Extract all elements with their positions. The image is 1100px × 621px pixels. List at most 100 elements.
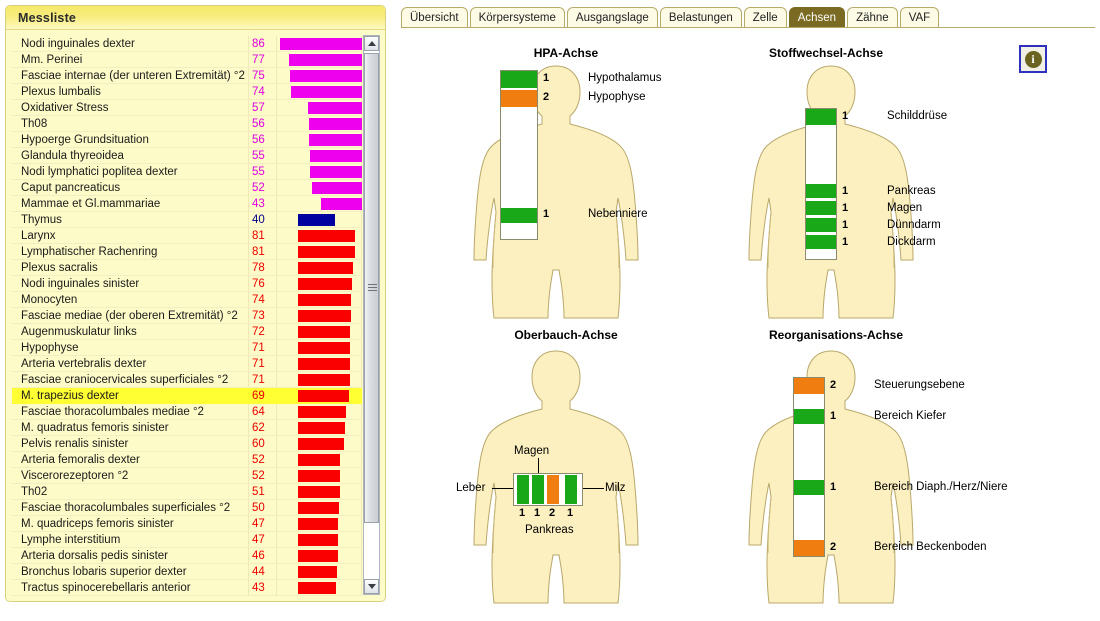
segment-value: 1 <box>543 72 549 84</box>
table-row[interactable]: Oxidativer Stress57 <box>12 100 362 116</box>
row-bar-track <box>280 468 362 484</box>
row-value: 71 <box>252 356 274 372</box>
row-bar <box>298 230 355 242</box>
table-row[interactable]: Fasciae internae (der unteren Extremität… <box>12 68 362 84</box>
table-row[interactable]: Mm. Perinei77 <box>12 52 362 68</box>
scroll-up-button[interactable] <box>364 36 379 51</box>
tab-achsen[interactable]: Achsen <box>789 7 845 28</box>
table-row[interactable]: Thymus40 <box>12 212 362 228</box>
messliste-title: Messliste <box>6 6 385 30</box>
row-bar-track <box>280 516 362 532</box>
row-bar-track <box>280 164 362 180</box>
table-row[interactable]: M. quadratus femoris sinister62 <box>12 420 362 436</box>
tab-z-hne[interactable]: Zähne <box>847 7 898 28</box>
segment-schilddruese <box>806 109 836 125</box>
row-value: 81 <box>252 244 274 260</box>
row-bar-track <box>280 180 362 196</box>
row-value: 57 <box>252 100 274 116</box>
tab--bersicht[interactable]: Übersicht <box>401 7 468 28</box>
list-scrollbar[interactable] <box>363 35 380 595</box>
table-row[interactable]: Arteria vertebralis dexter71 <box>12 356 362 372</box>
row-label: Lymphe interstitium <box>21 532 251 548</box>
row-value: 43 <box>252 580 274 596</box>
table-row[interactable]: Fasciae thoracolumbales mediae °264 <box>12 404 362 420</box>
row-bar <box>298 454 340 466</box>
segment-label: Steuerungsebene <box>874 379 965 391</box>
table-row[interactable]: Arteria dorsalis pedis sinister46 <box>12 548 362 564</box>
row-value: 52 <box>252 180 274 196</box>
row-bar <box>298 294 351 306</box>
table-row[interactable]: Nodi inguinales sinister76 <box>12 276 362 292</box>
row-value: 46 <box>252 548 274 564</box>
row-value: 76 <box>252 276 274 292</box>
row-label: Hypoerge Grundsituation <box>21 132 251 148</box>
table-row[interactable]: Pelvis renalis sinister60 <box>12 436 362 452</box>
segment-value: 1 <box>842 110 848 122</box>
segment-value: 1 <box>567 507 573 519</box>
row-label: Pelvis renalis sinister <box>21 436 251 452</box>
table-row[interactable]: Tractus spinocerebellaris anterior43 <box>12 580 362 596</box>
table-row[interactable]: Monocyten74 <box>12 292 362 308</box>
table-row[interactable]: Lymphe interstitium47 <box>12 532 362 548</box>
row-bar <box>298 422 345 434</box>
row-bar-track <box>280 276 362 292</box>
label-pankreas: Pankreas <box>525 524 574 536</box>
table-row[interactable]: Plexus sacralis78 <box>12 260 362 276</box>
table-row[interactable]: Hypophyse71 <box>12 340 362 356</box>
row-label: Plexus sacralis <box>21 260 251 276</box>
segment-label: Pankreas <box>887 185 936 197</box>
segment-hypothalamus <box>501 71 537 88</box>
row-value: 47 <box>252 516 274 532</box>
table-row[interactable]: Th0856 <box>12 116 362 132</box>
row-value: 51 <box>252 484 274 500</box>
row-bar <box>298 486 340 498</box>
row-bar-track <box>280 420 362 436</box>
table-row[interactable]: Caput pancreaticus52 <box>12 180 362 196</box>
segment-label: Dünndarm <box>887 219 941 231</box>
row-bar-track <box>280 436 362 452</box>
table-row[interactable]: M. quadriceps femoris sinister47 <box>12 516 362 532</box>
table-row[interactable]: Th0251 <box>12 484 362 500</box>
table-row[interactable]: Augenmuskulatur links72 <box>12 324 362 340</box>
row-bar-track <box>280 116 362 132</box>
row-bar-track <box>280 244 362 260</box>
row-value: 60 <box>252 436 274 452</box>
table-row[interactable]: Fasciae craniocervicales superficiales °… <box>12 372 362 388</box>
segment-value: 1 <box>543 208 549 220</box>
table-row[interactable]: Larynx81 <box>12 228 362 244</box>
tab-ausgangslage[interactable]: Ausgangslage <box>567 7 658 28</box>
segment-steuerungsebene <box>794 378 824 394</box>
table-row[interactable]: Fasciae mediae (der oberen Extremität) °… <box>12 308 362 324</box>
segment-hypophyse <box>501 90 537 107</box>
row-value: 56 <box>252 132 274 148</box>
table-row[interactable]: M. trapezius dexter69 <box>12 388 362 404</box>
table-row[interactable]: Glandula thyreoidea55 <box>12 148 362 164</box>
table-row[interactable]: Plexus lumbalis74 <box>12 84 362 100</box>
segment-value: 1 <box>842 236 848 248</box>
table-row[interactable]: Lymphatischer Rachenring81 <box>12 244 362 260</box>
row-label: Fasciae thoracolumbales mediae °2 <box>21 404 251 420</box>
table-row[interactable]: Nodi lymphatici poplitea dexter55 <box>12 164 362 180</box>
row-bar-track <box>280 484 362 500</box>
table-row[interactable]: Arteria femoralis dexter52 <box>12 452 362 468</box>
table-row[interactable]: Nodi inguinales dexter86 <box>12 36 362 52</box>
row-bar <box>309 134 362 146</box>
row-bar <box>298 358 350 370</box>
tab-belastungen[interactable]: Belastungen <box>660 7 742 28</box>
row-value: 69 <box>252 388 274 404</box>
tab-k-rpersysteme[interactable]: Körpersysteme <box>470 7 565 28</box>
scrollbar-thumb[interactable] <box>364 53 379 523</box>
row-value: 52 <box>252 452 274 468</box>
row-bar-track <box>280 324 362 340</box>
scroll-down-button[interactable] <box>364 579 379 594</box>
segment-value: 2 <box>830 541 836 553</box>
table-row[interactable]: Fasciae thoracolumbales superficiales °2… <box>12 500 362 516</box>
table-row[interactable]: Bronchus lobaris superior dexter44 <box>12 564 362 580</box>
row-label: M. quadratus femoris sinister <box>21 420 251 436</box>
tab-zelle[interactable]: Zelle <box>744 7 787 28</box>
tab-vaf[interactable]: VAF <box>900 7 940 28</box>
table-row[interactable]: Hypoerge Grundsituation56 <box>12 132 362 148</box>
table-row[interactable]: Mammae et Gl.mammariae43 <box>12 196 362 212</box>
table-row[interactable]: Viscerorezeptoren °252 <box>12 468 362 484</box>
measurement-list[interactable]: Nodi inguinales dexter86Mm. Perinei77Fas… <box>12 36 362 596</box>
